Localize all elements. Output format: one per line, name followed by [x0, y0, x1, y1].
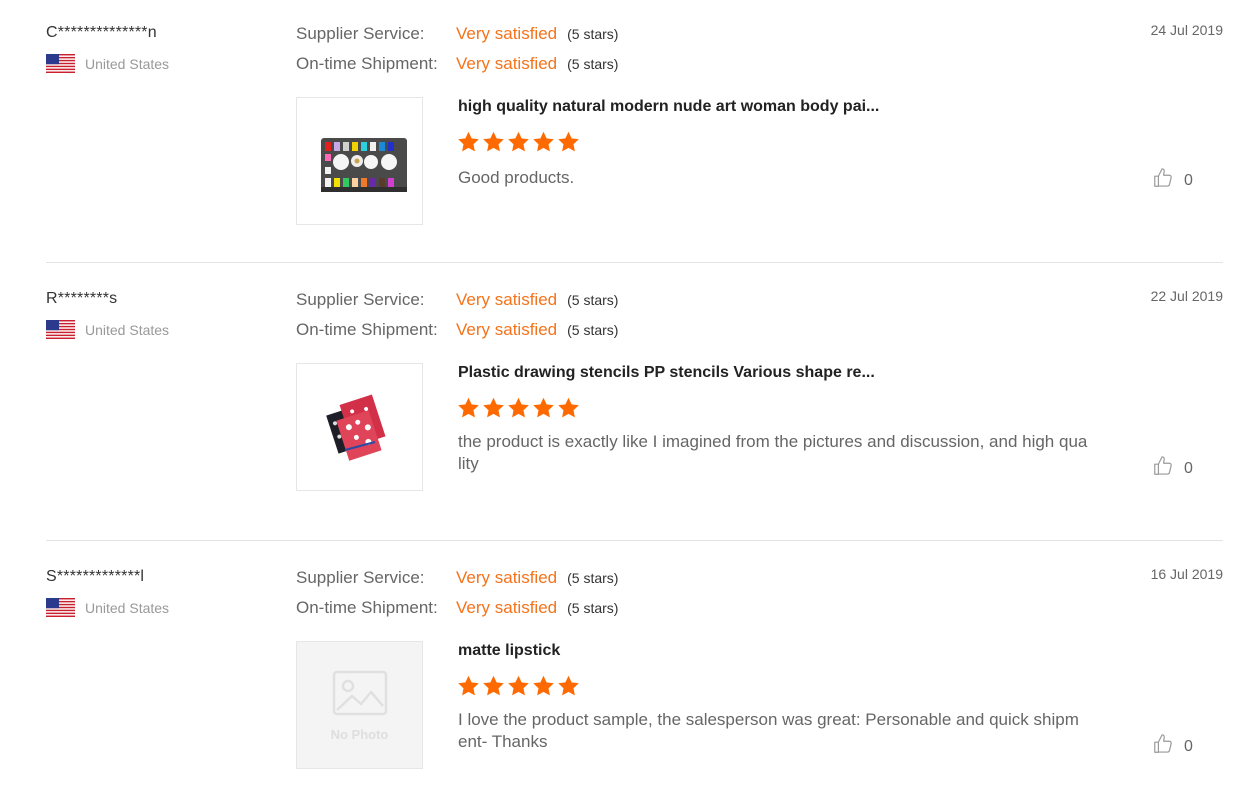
thumbs-up-icon [1152, 167, 1174, 194]
review-item: S*************l United States Supplier S… [46, 566, 1223, 788]
review-item: R********s United States Supplier Servic… [46, 288, 1223, 510]
review-item: C**************n United States Supplier … [46, 22, 1223, 234]
shipment-rating: On-time Shipment: Very satisfied (5 star… [296, 320, 618, 340]
palette-image [321, 138, 407, 192]
star-icon [458, 675, 479, 696]
shipment-count: (5 stars) [567, 322, 619, 338]
supplier-service-rating: Supplier Service: Very satisfied (5 star… [296, 24, 618, 44]
thumbs-up-icon [1152, 455, 1174, 482]
product-thumbnail[interactable] [296, 97, 423, 225]
star-icon [508, 397, 529, 418]
review-divider [46, 540, 1223, 541]
star-icon [558, 131, 579, 152]
review-divider [46, 262, 1223, 263]
country-label: United States [85, 55, 170, 72]
like-count: 0 [1184, 171, 1193, 189]
review-text: I love the product sample, the salespers… [458, 710, 1079, 751]
review-date: 16 Jul 2019 [1150, 566, 1223, 582]
buyer-country: United States [46, 320, 169, 339]
star-rating [456, 674, 581, 698]
no-photo-icon [332, 670, 388, 716]
star-icon [483, 675, 504, 696]
us-flag-icon [46, 54, 75, 73]
like-button[interactable]: 0 [1152, 167, 1193, 194]
like-button[interactable]: 0 [1152, 733, 1193, 760]
star-icon [533, 131, 554, 152]
supplier-service-rating: Supplier Service: Very satisfied (5 star… [296, 290, 618, 310]
buyer-name: R********s [46, 290, 118, 307]
star-icon [533, 675, 554, 696]
supplier-service-label: Supplier Service: [296, 290, 425, 309]
star-icon [458, 397, 479, 418]
country-label: United States [85, 599, 170, 616]
buyer-name: C**************n [46, 24, 157, 41]
shipment-label: On-time Shipment: [296, 320, 438, 339]
product-title-link[interactable]: matte lipstick [458, 642, 560, 660]
supplier-service-rating: Supplier Service: Very satisfied (5 star… [296, 568, 618, 588]
shipment-value: Very satisfied [456, 54, 558, 73]
review-text: Good products. [458, 168, 575, 187]
supplier-service-value: Very satisfied [456, 24, 558, 43]
shipment-value: Very satisfied [456, 598, 558, 617]
product-title-link[interactable]: Plastic drawing stencils PP stencils Var… [458, 364, 875, 382]
product-title-link[interactable]: high quality natural modern nude art wom… [458, 98, 879, 116]
star-icon [558, 675, 579, 696]
supplier-service-label: Supplier Service: [296, 568, 425, 587]
star-icon [458, 131, 479, 152]
star-icon [483, 131, 504, 152]
buyer-country: United States [46, 54, 169, 73]
star-icon [558, 397, 579, 418]
buyer-name: S*************l [46, 568, 145, 585]
supplier-service-count: (5 stars) [567, 292, 619, 308]
stencils-image [326, 394, 386, 461]
buyer-country: United States [46, 598, 169, 617]
supplier-service-count: (5 stars) [567, 26, 619, 42]
like-count: 0 [1184, 737, 1193, 755]
star-rating [456, 130, 581, 154]
shipment-value: Very satisfied [456, 320, 558, 339]
shipment-rating: On-time Shipment: Very satisfied (5 star… [296, 54, 618, 74]
like-count: 0 [1184, 459, 1193, 477]
star-icon [508, 131, 529, 152]
star-rating [456, 396, 581, 420]
shipment-label: On-time Shipment: [296, 54, 438, 73]
product-thumbnail[interactable] [296, 363, 423, 491]
shipment-label: On-time Shipment: [296, 598, 438, 617]
supplier-service-label: Supplier Service: [296, 24, 425, 43]
star-icon [483, 397, 504, 418]
supplier-service-value: Very satisfied [456, 568, 558, 587]
review-date: 24 Jul 2019 [1150, 22, 1223, 38]
shipment-count: (5 stars) [567, 56, 619, 72]
supplier-service-value: Very satisfied [456, 290, 558, 309]
shipment-rating: On-time Shipment: Very satisfied (5 star… [296, 598, 618, 618]
review-date: 22 Jul 2019 [1150, 288, 1223, 304]
us-flag-icon [46, 598, 75, 617]
review-text: the product is exactly like I imagined f… [458, 432, 1088, 473]
supplier-service-count: (5 stars) [567, 570, 619, 586]
star-icon [533, 397, 554, 418]
product-thumbnail[interactable]: No Photo [296, 641, 423, 769]
country-label: United States [85, 321, 170, 338]
like-button[interactable]: 0 [1152, 455, 1193, 482]
star-icon [508, 675, 529, 696]
us-flag-icon [46, 320, 75, 339]
no-photo-label: No Photo [330, 727, 389, 742]
shipment-count: (5 stars) [567, 600, 619, 616]
thumbs-up-icon [1152, 733, 1174, 760]
